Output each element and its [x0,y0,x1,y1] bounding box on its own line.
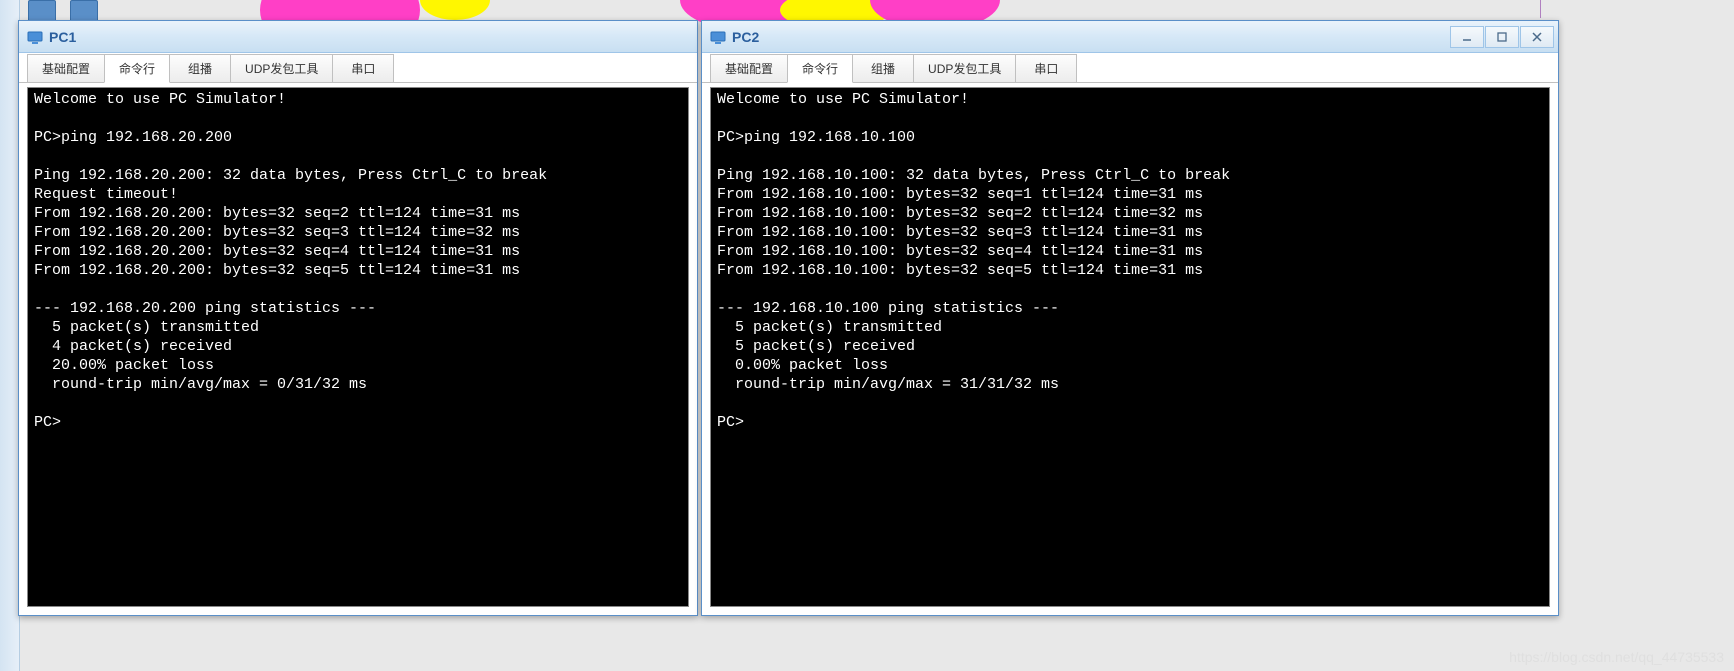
window-title: PC2 [732,29,1450,45]
tab-serial[interactable]: 串口 [332,54,394,82]
toolbar-icon[interactable] [70,0,98,22]
terminal-output[interactable]: Welcome to use PC Simulator! PC>ping 192… [27,87,689,607]
tab-bar: 基础配置 命令行 组播 UDP发包工具 串口 [19,53,697,83]
toolbar-icon[interactable] [28,0,56,22]
titlebar[interactable]: PC2 [702,21,1558,53]
minimize-button[interactable] [1450,26,1484,48]
tab-basic-config[interactable]: 基础配置 [710,54,788,82]
watermark-text: https://blog.csdn.net/qq_44735533 [1509,649,1724,665]
app-icon [710,29,726,45]
window-controls [1450,26,1554,48]
left-toolbar-strip [0,0,20,671]
top-toolbar-icons [28,0,98,22]
tab-udp-tool[interactable]: UDP发包工具 [913,54,1016,82]
tab-udp-tool[interactable]: UDP发包工具 [230,54,333,82]
maximize-button[interactable] [1485,26,1519,48]
tab-basic-config[interactable]: 基础配置 [27,54,105,82]
tab-multicast[interactable]: 组播 [852,54,914,82]
tab-serial[interactable]: 串口 [1015,54,1077,82]
window-title: PC1 [49,29,693,45]
tab-cli[interactable]: 命令行 [104,54,170,83]
close-button[interactable] [1520,26,1554,48]
tab-bar: 基础配置 命令行 组播 UDP发包工具 串口 [702,53,1558,83]
terminal-output[interactable]: Welcome to use PC Simulator! PC>ping 192… [710,87,1550,607]
window-pc1: PC1 基础配置 命令行 组播 UDP发包工具 串口 Welcome to us… [18,20,698,616]
app-icon [27,29,43,45]
tab-cli[interactable]: 命令行 [787,54,853,83]
titlebar[interactable]: PC1 [19,21,697,53]
window-pc2: PC2 基础配置 命令行 组播 UDP发包工具 串口 Welcome to us… [701,20,1559,616]
tab-multicast[interactable]: 组播 [169,54,231,82]
